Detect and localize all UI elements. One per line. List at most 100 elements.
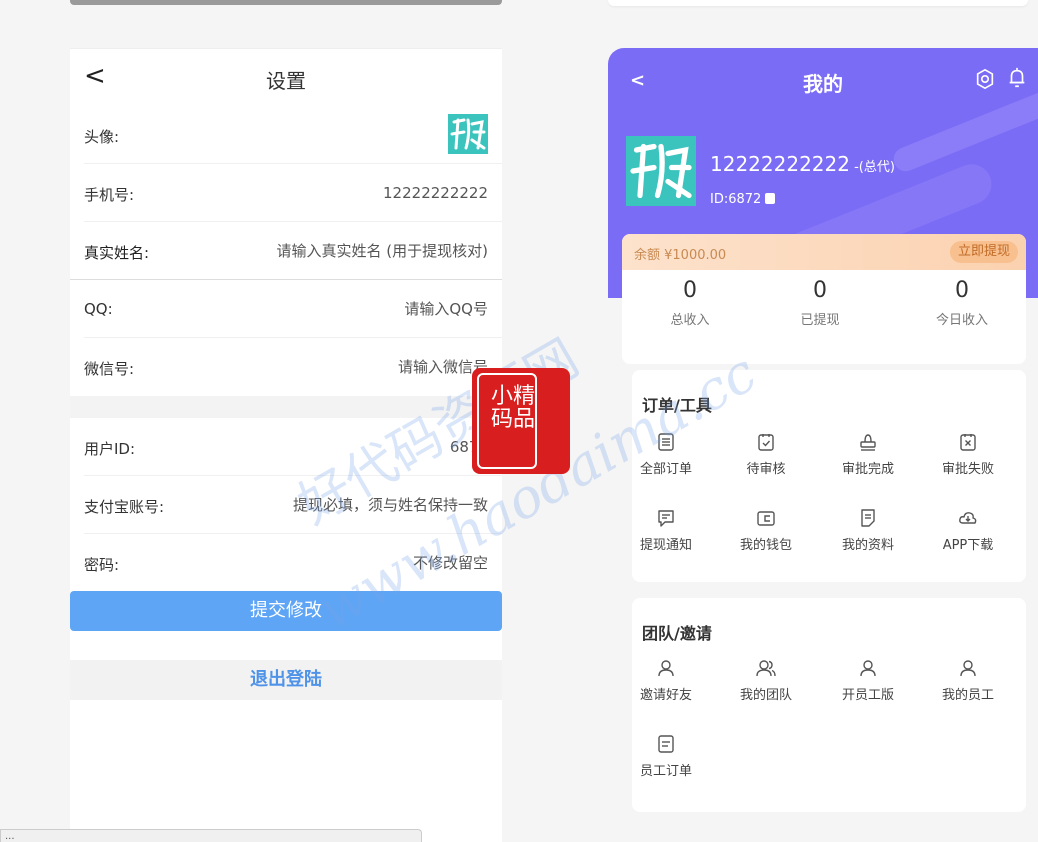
stat-number: 0 bbox=[955, 278, 969, 303]
grid-item-wallet[interactable]: 我的钱包 bbox=[716, 508, 816, 553]
wechat-label: 微信号: bbox=[84, 360, 135, 378]
grid-item-label: 开员工版 bbox=[841, 688, 894, 703]
username-text: 12222222222 bbox=[710, 152, 850, 176]
section-title: 团队/邀请 bbox=[642, 624, 712, 643]
gear-icon[interactable] bbox=[974, 68, 996, 90]
phone-row: 手机号: 12222222222 bbox=[84, 164, 502, 222]
alipay-label: 支付宝账号: bbox=[84, 498, 165, 516]
avatar[interactable] bbox=[626, 136, 696, 206]
grid-item-staff-orders[interactable]: 员工订单 bbox=[616, 734, 716, 779]
cloud-download-icon bbox=[959, 512, 977, 524]
document-icon bbox=[861, 509, 875, 527]
user-role: -(总代) bbox=[849, 160, 895, 175]
user-icon bbox=[860, 660, 876, 677]
grid-item-label: 全部订单 bbox=[639, 462, 692, 477]
stats-row: 0 总收入 0 已提现 0 今日收入 bbox=[622, 270, 1026, 364]
grid-item-label: 我的员工 bbox=[941, 688, 994, 703]
grid-item-label: 审批完成 bbox=[841, 462, 894, 477]
realname-label: 真实姓名: bbox=[84, 244, 150, 262]
grid-item-withdraw-notice[interactable]: 提现通知 bbox=[616, 508, 716, 553]
grid-item-my-team[interactable]: 我的团队 bbox=[716, 658, 816, 703]
settings-header: < 设置 bbox=[70, 48, 502, 106]
user-id: ID:6872 bbox=[710, 192, 776, 207]
userid-value: 6872 bbox=[449, 438, 488, 456]
username: 12222222222 -(总代) bbox=[710, 152, 895, 176]
wechat-row: 微信号: bbox=[84, 338, 502, 396]
list-icon bbox=[658, 433, 674, 451]
message-icon bbox=[658, 510, 674, 527]
user-icon bbox=[960, 660, 976, 677]
stat-number: 0 bbox=[683, 278, 697, 303]
stat-today-income[interactable]: 0 今日收入 bbox=[912, 278, 1012, 328]
grid-item-label: 待审核 bbox=[746, 462, 786, 477]
qq-input[interactable] bbox=[208, 294, 488, 324]
grid-item-label: 邀请好友 bbox=[639, 688, 692, 703]
settings-panel: < 设置 头像: 手机号: 12222222222 真实姓名: QQ: 微信号:… bbox=[70, 48, 502, 842]
realname-input[interactable] bbox=[208, 236, 488, 266]
stamp-icon bbox=[860, 434, 876, 451]
userid-row: 用户ID: 6872 bbox=[84, 418, 502, 476]
check-doc-icon bbox=[758, 434, 774, 451]
grid-item-app-download[interactable]: APP下载 bbox=[918, 508, 1018, 553]
grid-item-label: 我的团队 bbox=[739, 688, 792, 703]
logout-button[interactable]: 退出登陆 bbox=[70, 660, 502, 700]
header-decoration bbox=[890, 85, 1038, 175]
grid-item-label: APP下载 bbox=[942, 538, 994, 553]
grid-item-rejected[interactable]: 审批失败 bbox=[918, 432, 1018, 477]
users-icon bbox=[756, 660, 776, 677]
balance-card: 余额 ¥1000.00 立即提现 0 总收入 0 已提现 0 今日收入 bbox=[622, 234, 1026, 364]
status-url-bar: ... bbox=[0, 829, 422, 842]
password-label: 密码: bbox=[84, 556, 120, 574]
page-title: 设置 bbox=[266, 69, 306, 93]
submit-button[interactable]: 提交修改 bbox=[70, 591, 502, 631]
orders-tools-card: 订单/工具 全部订单 待审核 审批完成 审批失败 提现通知 我的钱包 我的资料 bbox=[632, 370, 1026, 582]
stat-label: 今日收入 bbox=[935, 313, 988, 328]
grid-item-pending[interactable]: 待审核 bbox=[716, 432, 816, 477]
grid-item-open-staff-edition[interactable]: 开员工版 bbox=[818, 658, 918, 703]
section-gap bbox=[70, 396, 502, 418]
user-id-text: ID:6872 bbox=[710, 192, 762, 207]
stat-label: 已提现 bbox=[800, 313, 840, 328]
password-input[interactable] bbox=[208, 548, 488, 578]
withdraw-button[interactable]: 立即提现 bbox=[949, 241, 1018, 263]
stat-withdrawn[interactable]: 0 已提现 bbox=[770, 278, 870, 328]
grid-item-label: 员工订单 bbox=[639, 764, 692, 779]
x-doc-icon bbox=[960, 434, 976, 451]
bell-icon[interactable] bbox=[1006, 66, 1028, 90]
alipay-row: 支付宝账号: bbox=[84, 476, 502, 534]
stat-total-income[interactable]: 0 总收入 bbox=[640, 278, 740, 328]
phone-label: 手机号: bbox=[84, 186, 135, 204]
qq-label: QQ: bbox=[84, 300, 113, 318]
grid-item-label: 我的钱包 bbox=[739, 538, 792, 553]
phone-value: 12222222222 bbox=[383, 184, 488, 202]
avatar-row[interactable]: 头像: bbox=[84, 106, 502, 164]
stat-number: 0 bbox=[813, 278, 827, 303]
stat-label: 总收入 bbox=[670, 313, 710, 328]
password-row: 密码: bbox=[84, 534, 502, 592]
grid-item-approved[interactable]: 审批完成 bbox=[818, 432, 918, 477]
grid-item-all-orders[interactable]: 全部订单 bbox=[616, 432, 716, 477]
balance-text: 余额 ¥1000.00 bbox=[634, 248, 727, 263]
section-title: 订单/工具 bbox=[642, 396, 712, 415]
grid-item-label: 提现通知 bbox=[639, 538, 692, 553]
avatar-label: 头像: bbox=[84, 128, 120, 146]
profile-panel: < 我的 12222222222 -(总代) ID:6872 余额 ¥1000.… bbox=[608, 48, 1038, 842]
qq-row: QQ: bbox=[84, 280, 502, 338]
grid-item-label: 我的资料 bbox=[841, 538, 894, 553]
wechat-input[interactable] bbox=[208, 352, 488, 382]
team-invite-card: 团队/邀请 邀请好友 我的团队 开员工版 我的员工 员工订单 bbox=[632, 598, 1026, 812]
wallet-icon bbox=[757, 511, 775, 526]
grid-item-label: 审批失败 bbox=[941, 462, 994, 477]
userid-label: 用户ID: bbox=[84, 440, 136, 458]
grid-item-invite-friend[interactable]: 邀请好友 bbox=[616, 658, 716, 703]
realname-row: 真实姓名: bbox=[70, 222, 502, 280]
grid-item-my-staff[interactable]: 我的员工 bbox=[918, 658, 1018, 703]
top-right-remnant bbox=[608, 0, 1028, 6]
alipay-input[interactable] bbox=[208, 490, 488, 520]
copy-icon[interactable] bbox=[765, 193, 776, 204]
grid-item-my-info[interactable]: 我的资料 bbox=[818, 508, 918, 553]
list-icon bbox=[658, 735, 674, 753]
user-icon bbox=[658, 660, 674, 677]
top-left-remnant bbox=[70, 0, 502, 5]
avatar[interactable] bbox=[448, 114, 488, 154]
